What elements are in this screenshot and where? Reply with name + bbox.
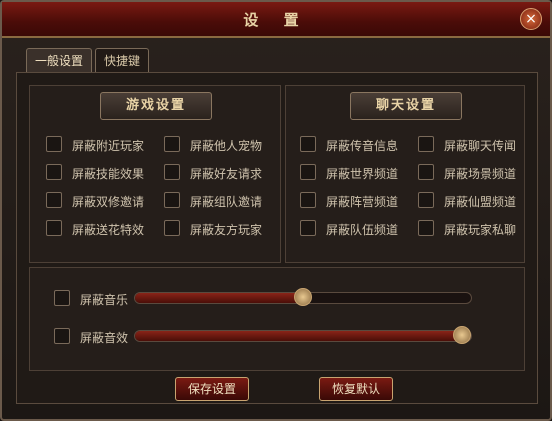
checkbox[interactable] [46, 136, 62, 152]
checkbox[interactable] [300, 136, 316, 152]
checkbox[interactable] [418, 164, 434, 180]
option-hide-friendly-players[interactable]: 屏蔽友方玩家 [164, 220, 274, 238]
tab-hotkeys[interactable]: 快捷键 [95, 48, 150, 73]
tab-bar: 一般设置 快捷键 [26, 48, 152, 73]
save-settings-button[interactable]: 保存设置 [175, 377, 249, 401]
option-hide-world-channel[interactable]: 屏蔽世界频道 [300, 164, 410, 182]
checkbox[interactable] [300, 220, 316, 236]
game-settings-title: 游戏设置 [100, 92, 212, 120]
option-hide-friend-requests[interactable]: 屏蔽好友请求 [164, 164, 274, 182]
option-hide-dual-cultivation-invites[interactable]: 屏蔽双修邀请 [46, 192, 156, 210]
option-mute-sfx[interactable]: 屏蔽音效 [54, 328, 134, 346]
option-label: 屏蔽送花特效 [72, 223, 145, 237]
option-hide-scene-channel[interactable]: 屏蔽场景频道 [418, 164, 518, 182]
game-settings-panel: 游戏设置 屏蔽附近玩家 屏蔽他人宠物 屏蔽技能效果 屏蔽好友请求 屏蔽双修邀请 [29, 85, 281, 263]
option-label: 屏蔽世界频道 [326, 167, 399, 181]
chat-settings-panel: 聊天设置 屏蔽传音信息 屏蔽聊天传闻 屏蔽世界频道 屏蔽场景频道 屏蔽阵营频道 [285, 85, 525, 263]
slider-track[interactable] [134, 326, 472, 344]
option-label: 屏蔽组队邀请 [190, 195, 263, 209]
checkbox[interactable] [164, 220, 180, 236]
sfx-volume-slider[interactable] [134, 326, 472, 350]
option-label: 屏蔽音乐 [80, 293, 129, 307]
option-mute-music[interactable]: 屏蔽音乐 [54, 290, 134, 308]
option-hide-flower-effects[interactable]: 屏蔽送花特效 [46, 220, 156, 238]
option-hide-guild-channel[interactable]: 屏蔽仙盟频道 [418, 192, 518, 210]
option-hide-others-pets[interactable]: 屏蔽他人宠物 [164, 136, 274, 154]
slider-fill [135, 331, 462, 341]
title-bar: 设 置 × [2, 2, 550, 38]
checkbox[interactable] [54, 328, 70, 344]
option-label: 屏蔽附近玩家 [72, 139, 145, 153]
checkbox[interactable] [418, 220, 434, 236]
option-hide-private-chat[interactable]: 屏蔽玩家私聊 [418, 220, 518, 238]
option-label: 屏蔽他人宠物 [190, 139, 263, 153]
checkbox[interactable] [46, 164, 62, 180]
checkbox[interactable] [300, 192, 316, 208]
option-hide-team-invites[interactable]: 屏蔽组队邀请 [164, 192, 274, 210]
option-label: 屏蔽友方玩家 [190, 223, 263, 237]
option-label: 屏蔽场景频道 [444, 167, 517, 181]
option-hide-whisper-messages[interactable]: 屏蔽传音信息 [300, 136, 410, 154]
slider-track[interactable] [134, 288, 472, 306]
option-label: 屏蔽玩家私聊 [444, 223, 517, 237]
slider-thumb[interactable] [453, 326, 471, 344]
option-hide-faction-channel[interactable]: 屏蔽阵营频道 [300, 192, 410, 210]
chat-settings-title: 聊天设置 [350, 92, 462, 120]
settings-content: 游戏设置 屏蔽附近玩家 屏蔽他人宠物 屏蔽技能效果 屏蔽好友请求 屏蔽双修邀请 [16, 72, 538, 404]
checkbox[interactable] [418, 192, 434, 208]
option-label: 屏蔽仙盟频道 [444, 195, 517, 209]
option-label: 屏蔽队伍频道 [326, 223, 399, 237]
checkbox[interactable] [164, 164, 180, 180]
option-label: 屏蔽聊天传闻 [444, 139, 517, 153]
checkbox[interactable] [418, 136, 434, 152]
checkbox[interactable] [164, 136, 180, 152]
option-label: 屏蔽双修邀请 [72, 195, 145, 209]
settings-window: 设 置 × 一般设置 快捷键 游戏设置 屏蔽附近玩家 屏蔽他人宠物 屏蔽技能效果 [0, 0, 552, 421]
option-hide-skill-effects[interactable]: 屏蔽技能效果 [46, 164, 156, 182]
checkbox[interactable] [46, 192, 62, 208]
checkbox[interactable] [46, 220, 62, 236]
window-title: 设 置 [243, 11, 309, 29]
music-volume-slider[interactable] [134, 288, 472, 312]
tab-general[interactable]: 一般设置 [26, 48, 93, 73]
audio-panel: 屏蔽音乐 屏蔽音效 [29, 267, 525, 371]
option-label: 屏蔽音效 [80, 331, 129, 345]
option-label: 屏蔽技能效果 [72, 167, 145, 181]
close-icon[interactable]: × [520, 8, 542, 30]
checkbox[interactable] [164, 192, 180, 208]
option-hide-team-channel[interactable]: 屏蔽队伍频道 [300, 220, 410, 238]
checkbox[interactable] [54, 290, 70, 306]
option-hide-nearby-players[interactable]: 屏蔽附近玩家 [46, 136, 156, 154]
checkbox[interactable] [300, 164, 316, 180]
option-label: 屏蔽好友请求 [190, 167, 263, 181]
restore-defaults-button[interactable]: 恢复默认 [319, 377, 393, 401]
slider-thumb[interactable] [294, 288, 312, 306]
slider-fill [135, 293, 303, 303]
option-label: 屏蔽阵营频道 [326, 195, 399, 209]
option-hide-chat-rumors[interactable]: 屏蔽聊天传闻 [418, 136, 518, 154]
option-label: 屏蔽传音信息 [326, 139, 399, 153]
